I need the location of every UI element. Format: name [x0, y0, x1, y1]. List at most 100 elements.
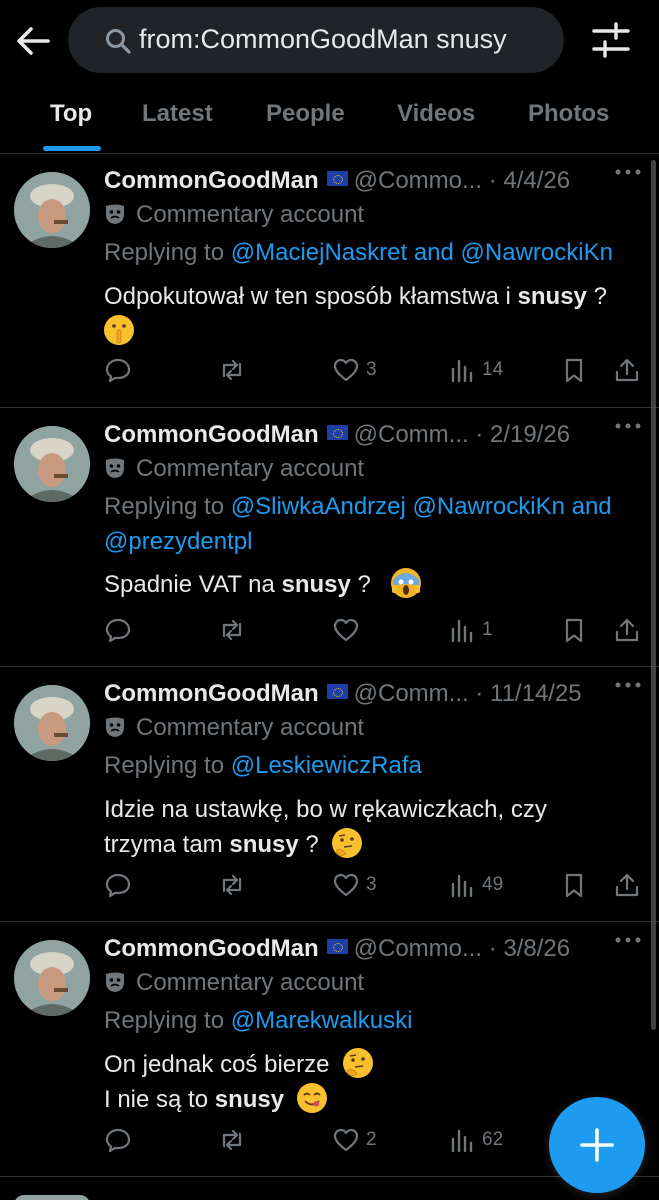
top-bar: from:CommonGoodMan snusy: [0, 0, 659, 76]
account-label: Commentary account: [104, 714, 364, 742]
plus-icon: [580, 1128, 614, 1162]
repost-button[interactable]: [218, 1125, 246, 1155]
bookmark-button[interactable]: [560, 870, 588, 900]
post-text: Odpokutował w ten sposób kłamstwa i snus…: [104, 279, 644, 349]
avatar[interactable]: [14, 685, 90, 761]
avatar[interactable]: [14, 426, 90, 502]
tab-videos[interactable]: Videos: [397, 100, 475, 128]
mention-link[interactable]: @MaciejNaskret: [231, 239, 407, 266]
views-button[interactable]: 14: [448, 355, 503, 385]
bookmark-button[interactable]: [560, 355, 588, 385]
more-options-icon[interactable]: [615, 423, 641, 429]
post[interactable]: CommonGoodMan @Comm... · 11/14/25 Comment…: [0, 668, 659, 922]
mention-joiner[interactable]: and: [414, 239, 454, 266]
more-options-icon[interactable]: [615, 169, 641, 175]
avatar[interactable]: [14, 1195, 90, 1200]
screaming-face-emoji: [390, 568, 421, 598]
search-results-feed[interactable]: CommonGoodMan @Commo... · 4/4/26 Commenta…: [0, 155, 659, 1200]
post-text-part: ?: [298, 831, 319, 858]
like-count: 3: [366, 359, 377, 380]
account-label: Commentary account: [104, 201, 364, 229]
post[interactable]: CommonGoodMan @Commo... · 4/4/26 Commenta…: [0, 155, 659, 408]
reply-button[interactable]: [104, 355, 132, 385]
more-options-icon[interactable]: [615, 937, 641, 943]
separator: ·: [488, 167, 497, 194]
reply-button[interactable]: [104, 1125, 132, 1155]
tab-top[interactable]: Top: [50, 100, 92, 128]
reply-button[interactable]: [104, 615, 132, 645]
search-query[interactable]: from:CommonGoodMan snusy: [139, 24, 507, 55]
handle[interactable]: @Commo...: [354, 935, 482, 962]
tab-latest[interactable]: Latest: [142, 100, 213, 128]
avatar[interactable]: [14, 940, 90, 1016]
replying-to: Replying to @Marekwalkuski: [104, 1003, 644, 1038]
more-options-icon[interactable]: [615, 682, 641, 688]
compose-post-button[interactable]: [549, 1097, 645, 1193]
post-text-part: Spadnie VAT na: [104, 571, 282, 598]
search-bar[interactable]: from:CommonGoodMan snusy: [68, 7, 564, 73]
post-text-part: ?: [586, 283, 607, 310]
tab-photos[interactable]: Photos: [528, 100, 609, 128]
post-date[interactable]: 2/19/26: [490, 421, 570, 448]
bookmark-button[interactable]: [560, 615, 588, 645]
reply-bubble-icon: [105, 618, 131, 643]
views-count: 1: [482, 619, 493, 640]
views-button[interactable]: 62: [448, 1125, 503, 1155]
reply-bubble-icon: [105, 873, 131, 898]
handle[interactable]: @Comm...: [354, 421, 469, 448]
mention-joiner[interactable]: and: [572, 493, 612, 520]
repost-button[interactable]: [218, 355, 246, 385]
post-actions: 1: [104, 615, 644, 645]
bookmark-icon: [565, 873, 583, 898]
replying-to: Replying to @MaciejNaskret and @Nawrocki…: [104, 235, 644, 270]
views-button[interactable]: 1: [448, 615, 493, 645]
mention-link[interactable]: @prezydentpl: [104, 528, 252, 555]
post[interactable]: CommonGoodMan @Comm... · 2/19/26 Commenta…: [0, 409, 659, 667]
post-date[interactable]: 4/4/26: [503, 167, 570, 194]
repost-icon: [222, 874, 242, 896]
views-button[interactable]: 49: [448, 870, 503, 900]
mention-link[interactable]: @LeskiewiczRafa: [231, 752, 422, 779]
mention-link[interactable]: @NawrockiKn: [461, 239, 613, 266]
post-actions: 3 49: [104, 870, 644, 900]
display-name[interactable]: CommonGoodMan: [104, 421, 319, 448]
post-date[interactable]: 3/8/26: [503, 935, 570, 962]
like-button[interactable]: 2: [332, 1125, 377, 1155]
share-button[interactable]: [613, 615, 641, 645]
thinking-face-emoji: [332, 828, 363, 858]
search-icon: [106, 29, 131, 54]
highlighted-term: snusy: [214, 1086, 285, 1113]
back-arrow-icon[interactable]: [14, 22, 52, 60]
filter-sliders-icon[interactable]: [592, 22, 630, 58]
like-button[interactable]: 3: [332, 870, 377, 900]
repost-button[interactable]: [218, 870, 246, 900]
display-name[interactable]: CommonGoodMan: [104, 935, 319, 962]
views-bars-icon: [451, 619, 473, 643]
mention-link[interactable]: @Marekwalkuski: [231, 1007, 413, 1034]
reply-button[interactable]: [104, 870, 132, 900]
post-partial[interactable]: [0, 1195, 659, 1200]
handle[interactable]: @Comm...: [354, 680, 469, 707]
mention-link[interactable]: @NawrockiKn: [413, 493, 565, 520]
avatar[interactable]: [14, 172, 90, 248]
bookmark-icon: [565, 358, 583, 383]
display-name[interactable]: CommonGoodMan: [104, 680, 319, 707]
post-text-part: I nie są to: [104, 1086, 215, 1113]
repost-button[interactable]: [218, 615, 246, 645]
share-icon: [615, 358, 639, 382]
views-bars-icon: [451, 1129, 473, 1153]
display-name[interactable]: CommonGoodMan: [104, 167, 319, 194]
post-text: Idzie na ustawkę, bo w rękawiczkach, czy…: [104, 792, 644, 862]
post-date[interactable]: 11/14/25: [490, 680, 582, 707]
views-count: 14: [482, 359, 504, 380]
share-button[interactable]: [613, 870, 641, 900]
like-button[interactable]: [332, 615, 366, 645]
scrollbar[interactable]: [651, 160, 656, 1030]
mention-link[interactable]: @SliwkaAndrzej: [231, 493, 406, 520]
share-button[interactable]: [613, 355, 641, 385]
tab-people[interactable]: People: [266, 100, 345, 128]
like-button[interactable]: 3: [332, 355, 377, 385]
handle[interactable]: @Commo...: [354, 167, 482, 194]
eu-flag-icon: [326, 171, 348, 186]
post-text: On jednak coś bierze I nie są to snusy: [104, 1047, 644, 1117]
